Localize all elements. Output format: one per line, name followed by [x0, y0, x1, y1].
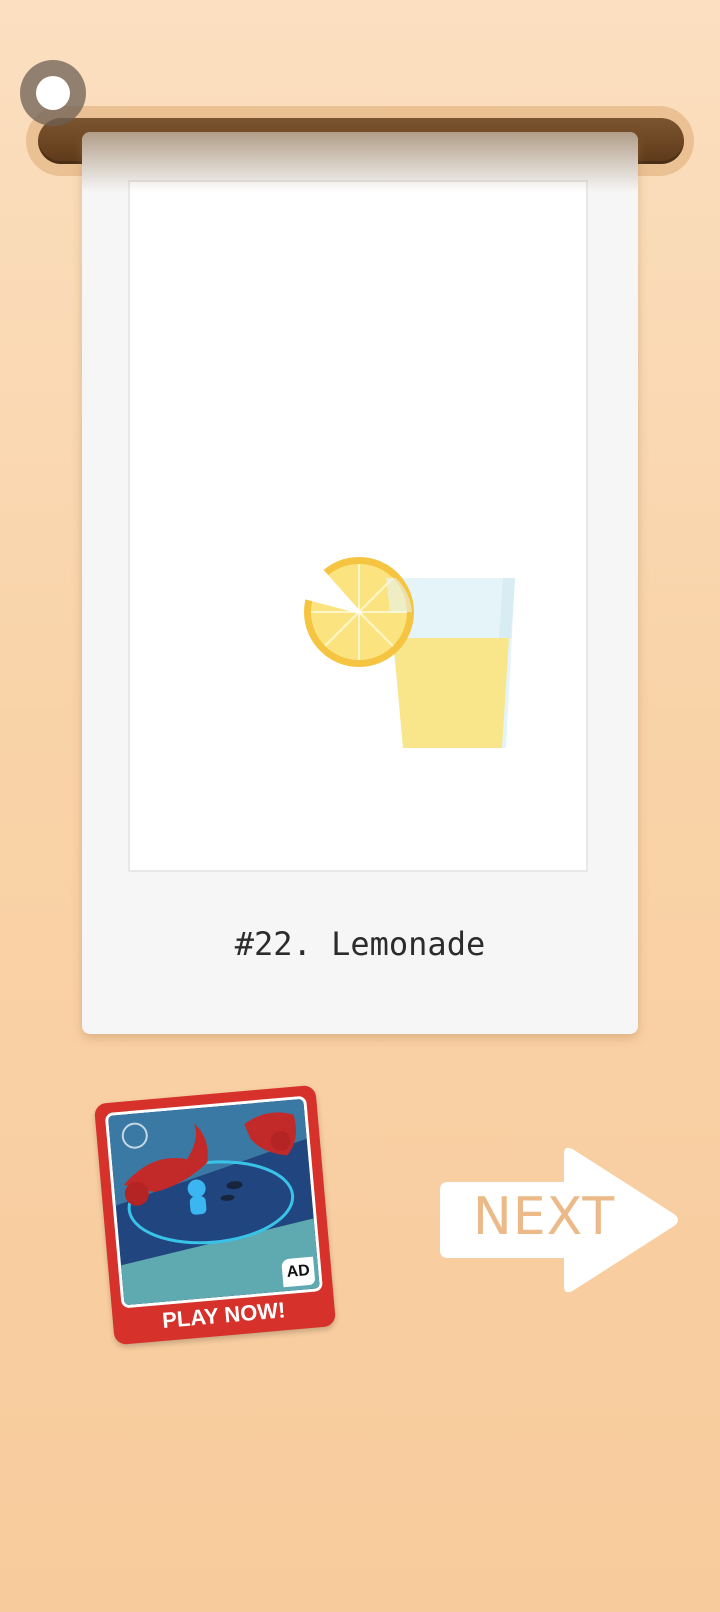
ad-badge: AD: [281, 1256, 316, 1288]
pin-knob-center: [36, 76, 70, 110]
lemonade-illustration: [303, 557, 515, 748]
ad-game-preview[interactable]: AD: [104, 1095, 324, 1309]
ad-tile[interactable]: AD PLAY NOW!: [93, 1084, 337, 1346]
puzzle-title: #22. Lemonade: [234, 925, 486, 963]
lemon-slice-icon: [303, 557, 414, 667]
pin-knob-icon: [20, 60, 86, 126]
puzzle-photo[interactable]: [128, 180, 588, 872]
next-button[interactable]: NEXT: [440, 1144, 682, 1296]
next-label: NEXT: [472, 1187, 616, 1247]
rod-shadow-overlay: [82, 132, 638, 192]
polaroid-card: #22. Lemonade: [82, 132, 638, 1034]
